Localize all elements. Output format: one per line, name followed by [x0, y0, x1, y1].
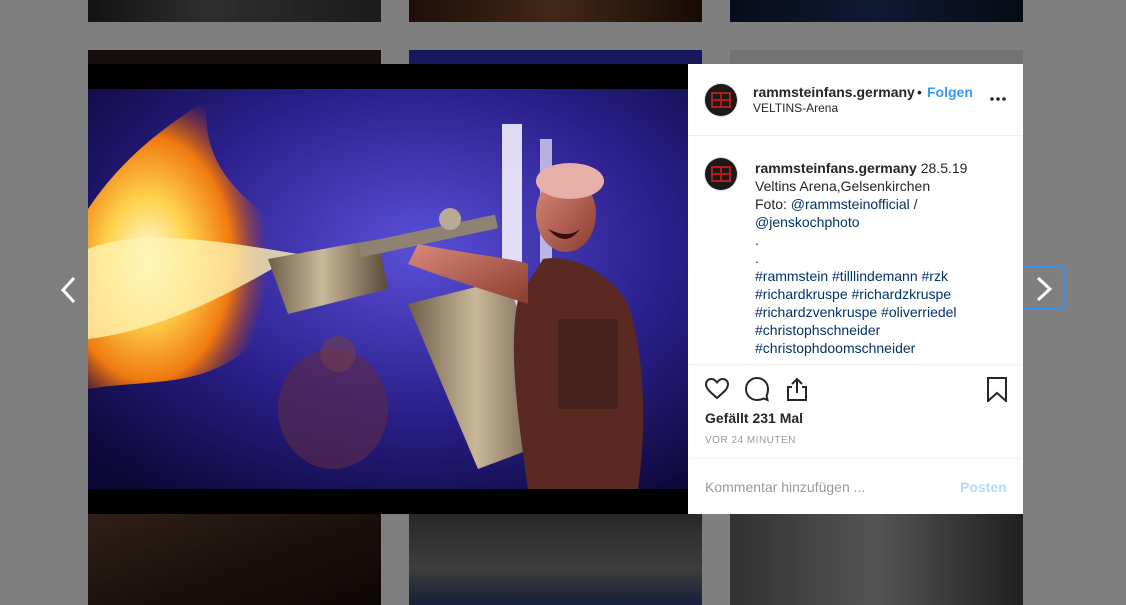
next-post-button[interactable] [1023, 266, 1065, 310]
chevron-right-icon [1036, 276, 1053, 302]
hashtag-link[interactable]: #richardkruspe #richardzkruspe [755, 285, 1015, 303]
hashtag-link[interactable]: #christophschneider [755, 321, 1015, 339]
location-link[interactable]: VELTINS-Arena [753, 101, 838, 115]
grid-thumbnail[interactable] [409, 514, 702, 605]
bookmark-icon[interactable] [984, 376, 1010, 402]
grid-thumbnail[interactable] [88, 50, 381, 64]
grid-thumbnail[interactable] [88, 0, 381, 22]
actions-section: Gefällt 231 Mal VOR 24 MINUTEN [688, 365, 1023, 459]
caption-line: Foto: [755, 196, 791, 212]
caption-line: . [755, 232, 759, 248]
mention-link[interactable]: @rammsteinofficial [791, 196, 910, 212]
rammstein-logo-icon [711, 92, 731, 108]
post-comment-button[interactable]: Posten [960, 479, 1007, 495]
post-image-frame [88, 64, 688, 514]
grid-thumbnail[interactable] [409, 50, 702, 64]
separator-dot: • [917, 84, 922, 100]
share-icon[interactable] [784, 376, 810, 402]
caption-date: 28.5.19 [920, 160, 968, 176]
caption-section: rammsteinfans.germany 28.5.19 Veltins Ar… [688, 136, 1023, 365]
caption-line: . [755, 250, 759, 266]
post-details-panel: rammsteinfans.germany • Folgen VELTINS-A… [688, 64, 1023, 514]
like-count[interactable]: Gefällt 231 Mal [705, 410, 803, 426]
caption-username-link[interactable]: rammsteinfans.germany [755, 160, 917, 176]
heart-icon[interactable] [704, 376, 730, 402]
grid-thumbnail[interactable] [730, 0, 1023, 22]
grid-thumbnail[interactable] [730, 50, 1023, 64]
post-header: rammsteinfans.germany • Folgen VELTINS-A… [688, 64, 1023, 136]
avatar[interactable] [705, 84, 737, 116]
chevron-left-icon[interactable] [54, 270, 84, 310]
post-photo[interactable] [88, 89, 688, 489]
more-dots-icon[interactable] [989, 90, 1007, 108]
comment-input[interactable] [705, 479, 935, 495]
post-timestamp[interactable]: VOR 24 MINUTEN [705, 435, 796, 446]
rammstein-logo-icon [711, 166, 731, 182]
grid-thumbnail[interactable] [730, 514, 1023, 605]
caption-line: / [909, 196, 918, 212]
caption-text: rammsteinfans.germany 28.5.19 Veltins Ar… [755, 159, 1015, 357]
avatar[interactable] [705, 158, 737, 190]
hashtag-link[interactable]: #christophdoomschneider [755, 339, 1015, 357]
hashtag-link[interactable]: #rammstein #tilllindemann #rzk [755, 267, 1015, 285]
grid-thumbnail[interactable] [88, 514, 381, 605]
follow-button[interactable]: Folgen [927, 84, 973, 100]
grid-thumbnail[interactable] [409, 0, 702, 22]
username-link[interactable]: rammsteinfans.germany [753, 84, 916, 100]
hashtag-link[interactable]: #richardzvenkruspe #oliverriedel [755, 303, 1015, 321]
mention-link[interactable]: @jenskochphoto [755, 213, 1015, 231]
caption-line: Veltins Arena,Gelsenkirchen [755, 178, 931, 194]
comment-icon[interactable] [744, 376, 770, 402]
